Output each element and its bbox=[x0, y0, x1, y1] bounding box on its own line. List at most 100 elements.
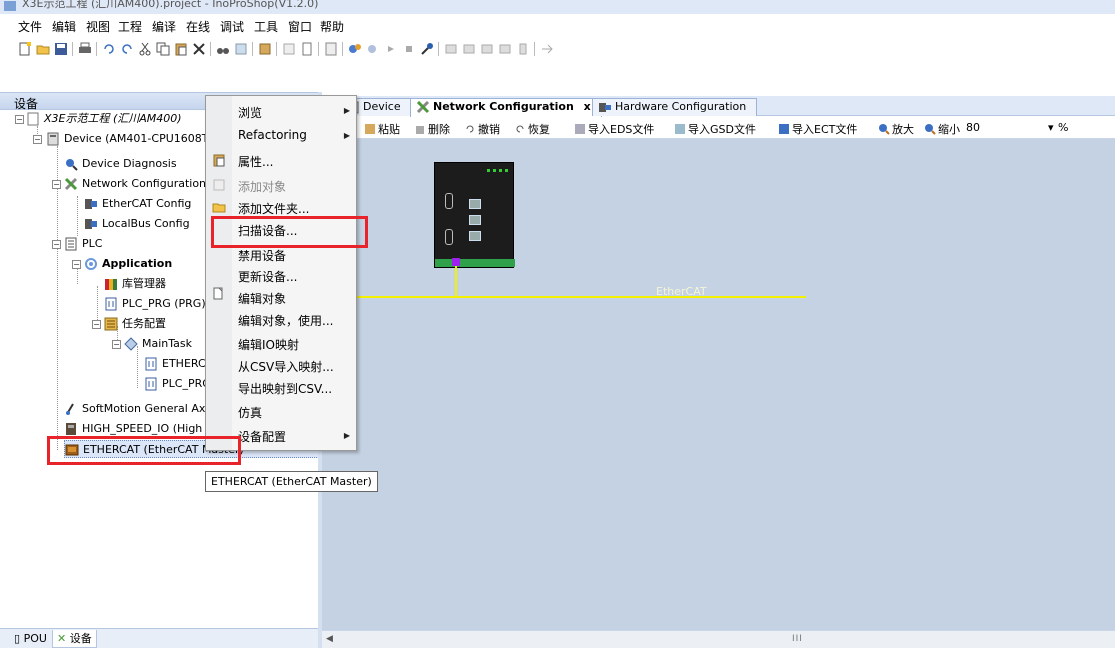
open-project-icon[interactable] bbox=[36, 42, 50, 56]
logout-icon[interactable] bbox=[366, 42, 380, 56]
tree-item-application[interactable]: Application bbox=[84, 255, 172, 273]
find-icon[interactable] bbox=[216, 42, 230, 56]
tree-item-project[interactable]: X3E示范工程 (汇川AM400) bbox=[26, 110, 182, 128]
step-over-icon[interactable] bbox=[444, 42, 458, 56]
delete-icon bbox=[416, 126, 424, 134]
delete-icon[interactable] bbox=[192, 42, 206, 56]
collapse-toggle[interactable]: − bbox=[92, 320, 101, 329]
print-icon[interactable] bbox=[78, 42, 92, 56]
save-icon[interactable] bbox=[54, 42, 68, 56]
import-gsd-button[interactable]: 导入GSD文件 bbox=[674, 121, 756, 137]
collapse-toggle[interactable]: − bbox=[15, 115, 24, 124]
menu-edit[interactable]: 编辑 bbox=[52, 18, 76, 35]
menu-tools[interactable]: 工具 bbox=[254, 18, 278, 35]
step-into-icon[interactable] bbox=[462, 42, 476, 56]
menu-project[interactable]: 工程 bbox=[118, 18, 142, 35]
tree-item-ethercat-config[interactable]: EtherCAT Config bbox=[84, 195, 191, 213]
tree-item-maintask[interactable]: MainTask bbox=[124, 335, 192, 353]
undo-icon bbox=[466, 125, 474, 133]
delete-button[interactable]: 删除 bbox=[414, 121, 450, 137]
menu-window[interactable]: 窗口 bbox=[288, 18, 312, 35]
tree-item-network-configuration[interactable]: Network Configuration bbox=[64, 175, 206, 193]
paste-icon[interactable] bbox=[174, 42, 188, 56]
menu-debug[interactable]: 调试 bbox=[220, 18, 244, 35]
tree-item-library-manager[interactable]: 库管理器 bbox=[104, 275, 166, 293]
tree-item-device-diagnosis[interactable]: Device Diagnosis bbox=[64, 155, 177, 173]
menu-item-disable-device[interactable]: 禁用设备 bbox=[238, 247, 286, 264]
insert-object-icon[interactable] bbox=[300, 42, 314, 56]
network-config-icon bbox=[416, 101, 430, 114]
menu-item-properties[interactable]: 属性... bbox=[238, 153, 273, 170]
copy-icon[interactable] bbox=[156, 42, 170, 56]
zoom-in-button[interactable]: 放大 bbox=[878, 121, 914, 137]
zoom-dropdown-icon[interactable]: ▾ bbox=[1048, 121, 1054, 134]
collapse-toggle[interactable]: − bbox=[52, 180, 61, 189]
run-icon[interactable] bbox=[384, 42, 398, 56]
tab-network-configuration[interactable]: Network Configuration x bbox=[410, 98, 602, 117]
menu-view[interactable]: 视图 bbox=[86, 18, 110, 35]
collapse-toggle[interactable]: − bbox=[72, 260, 81, 269]
menu-build[interactable]: 编译 bbox=[152, 18, 176, 35]
plc-device-graphic[interactable] bbox=[434, 162, 515, 268]
tree-item-localbus-config[interactable]: LocalBus Config bbox=[84, 215, 190, 233]
step-icon[interactable] bbox=[516, 42, 530, 56]
arrow-icon[interactable] bbox=[540, 42, 554, 56]
collapse-toggle[interactable]: − bbox=[33, 135, 42, 144]
tree-item-task-call-ethercat[interactable]: ETHERCA bbox=[144, 355, 213, 373]
redo-button[interactable]: 恢复 bbox=[514, 121, 550, 137]
menu-help[interactable]: 帮助 bbox=[320, 18, 344, 35]
menu-item-edit-object-with[interactable]: 编辑对象，使用... bbox=[238, 312, 333, 329]
login-icon[interactable] bbox=[348, 42, 362, 56]
collapse-toggle[interactable]: − bbox=[112, 340, 121, 349]
ethercat-port-node[interactable] bbox=[452, 258, 460, 266]
properties-toolbar-icon[interactable] bbox=[258, 42, 272, 56]
connector-port bbox=[445, 193, 453, 209]
undo-icon[interactable] bbox=[102, 42, 116, 56]
close-tab-icon[interactable]: x bbox=[584, 100, 591, 113]
step-out-icon[interactable] bbox=[480, 42, 494, 56]
collapse-toggle[interactable]: − bbox=[52, 240, 61, 249]
tree-item-softmotion-axis-pool[interactable]: SoftMotion General Axis P bbox=[64, 400, 224, 418]
horizontal-scrollbar[interactable]: ◀ III bbox=[322, 630, 1115, 648]
tab-pou[interactable]: ▯ POU bbox=[10, 630, 51, 648]
tree-item-plc[interactable]: PLC bbox=[64, 235, 102, 253]
wrench-icon[interactable] bbox=[420, 42, 434, 56]
menu-item-export-csv[interactable]: 导出映射到CSV... bbox=[238, 380, 332, 397]
stop-icon[interactable] bbox=[402, 42, 416, 56]
tab-devices[interactable]: ✕ 设备 bbox=[52, 630, 97, 648]
menu-item-add-folder[interactable]: 添加文件夹... bbox=[238, 200, 309, 217]
add-device-icon[interactable] bbox=[282, 42, 296, 56]
menu-item-edit-io-mapping[interactable]: 编辑IO映射 bbox=[238, 336, 299, 353]
menu-item-import-csv[interactable]: 从CSV导入映射... bbox=[238, 358, 334, 375]
tree-item-task-call-plc-prg[interactable]: PLC_PRG bbox=[144, 375, 211, 393]
tree-item-plc-prg[interactable]: PLC_PRG (PRG) bbox=[104, 295, 206, 313]
undo-button[interactable]: 撤销 bbox=[464, 121, 500, 137]
menu-item-device-configuration[interactable]: 设备配置 bbox=[238, 428, 286, 445]
menu-item-refactoring[interactable]: Refactoring bbox=[238, 128, 307, 142]
scroll-grip-icon[interactable]: III bbox=[792, 634, 803, 644]
menu-item-update-device[interactable]: 更新设备... bbox=[238, 268, 297, 285]
tab-hardware-configuration[interactable]: Hardware Configuration bbox=[592, 98, 758, 116]
ethernet-port bbox=[469, 231, 481, 241]
zoom-value-input[interactable]: 80 bbox=[966, 121, 980, 134]
menu-item-browse[interactable]: 浏览 bbox=[238, 104, 352, 121]
breakpoint-icon[interactable] bbox=[498, 42, 512, 56]
replace-icon[interactable] bbox=[234, 42, 248, 56]
cut-icon[interactable] bbox=[138, 42, 152, 56]
tree-item-task-configuration[interactable]: 任务配置 bbox=[104, 315, 166, 333]
menu-item-edit-object[interactable]: 编辑对象 bbox=[238, 290, 286, 307]
import-eds-button[interactable]: 导入EDS文件 bbox=[574, 121, 654, 137]
zoom-out-icon bbox=[925, 124, 936, 135]
menu-file[interactable]: 文件 bbox=[18, 18, 42, 35]
redo-icon[interactable] bbox=[120, 42, 134, 56]
tree-item-device[interactable]: Device (AM401-CPU1608TP) bbox=[46, 130, 219, 148]
zoom-out-button[interactable]: 缩小 bbox=[924, 121, 960, 137]
paste-button[interactable]: 粘贴 bbox=[364, 121, 400, 137]
menu-online[interactable]: 在线 bbox=[186, 18, 210, 35]
calculator-icon[interactable] bbox=[324, 42, 338, 56]
panel-bottom-tabs: ▯ POU ✕ 设备 bbox=[0, 628, 318, 648]
scroll-left-icon[interactable]: ◀ bbox=[326, 634, 333, 644]
new-project-icon[interactable] bbox=[18, 42, 32, 56]
menu-item-simulation[interactable]: 仿真 bbox=[238, 404, 262, 421]
import-ect-button[interactable]: 导入ECT文件 bbox=[778, 121, 857, 137]
